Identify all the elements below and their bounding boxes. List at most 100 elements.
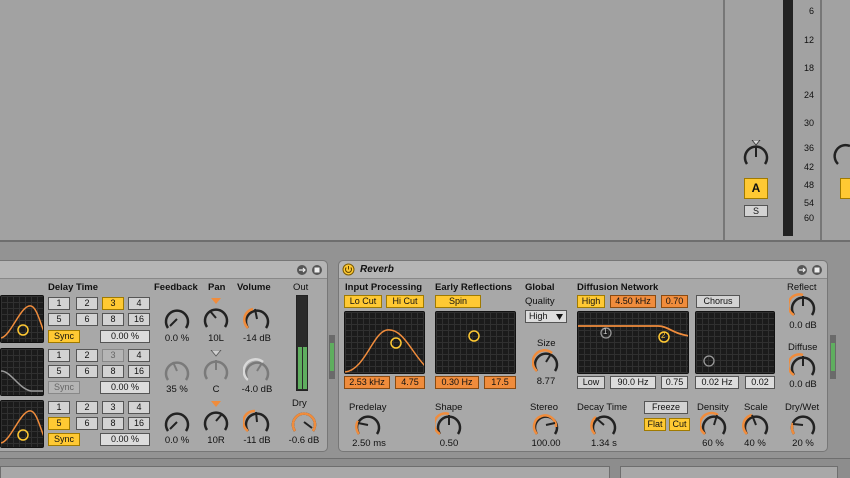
volume-knob[interactable] [243, 408, 271, 436]
chorus-amount[interactable]: 0.02 [745, 376, 775, 389]
dry-wet-knob[interactable] [789, 411, 817, 439]
feedback-knob[interactable] [163, 357, 191, 385]
size-knob[interactable] [532, 348, 560, 376]
pan-knob[interactable] [202, 350, 230, 384]
input-filter-display[interactable] [344, 311, 425, 374]
delay-offset-field[interactable]: 0.00 % [100, 330, 150, 343]
delay-time-button[interactable]: 2 [76, 349, 98, 362]
high-shelf-button[interactable]: High [577, 295, 605, 308]
delay-time-button[interactable]: 5 [48, 417, 70, 430]
delay-time-button[interactable]: 4 [128, 401, 150, 414]
pan-knob[interactable] [202, 298, 230, 332]
volume-knob[interactable] [243, 305, 271, 333]
shape-value: 0.50 [439, 438, 459, 449]
spin-amount[interactable]: 17.5 [484, 376, 516, 389]
lo-cut-button[interactable]: Lo Cut [344, 295, 382, 308]
device-power-icon[interactable] [342, 263, 355, 276]
delay-time-button[interactable]: 6 [76, 313, 98, 326]
high-shelf-amount[interactable]: 0.70 [661, 295, 688, 308]
scale-knob[interactable] [742, 411, 770, 439]
decay-time-knob[interactable] [590, 411, 618, 439]
delay-time-button[interactable]: 1 [48, 401, 70, 414]
delay-time-button[interactable]: 3 [102, 401, 124, 414]
delay-time-button[interactable]: 2 [76, 297, 98, 310]
density-knob[interactable] [700, 411, 728, 439]
delay-time-button[interactable]: 2 [76, 401, 98, 414]
predelay-knob[interactable] [354, 411, 382, 439]
diffusion-display[interactable]: 1 2 [577, 311, 689, 374]
volume-knob[interactable] [243, 357, 271, 385]
track-b-button[interactable] [840, 178, 850, 199]
sync-button[interactable]: Sync [48, 330, 80, 343]
delay-time-button[interactable]: 4 [128, 349, 150, 362]
sync-button[interactable]: Sync [48, 381, 80, 394]
delay-offset-field[interactable]: 0.00 % [100, 381, 150, 394]
low-shelf-button[interactable]: Low [577, 376, 605, 389]
meter-tick: 36 [803, 143, 814, 153]
delay-time-button[interactable]: 16 [128, 365, 150, 378]
pan-knob[interactable] [741, 140, 771, 170]
spin-rate[interactable]: 0.30 Hz [435, 376, 479, 389]
feedback-knob[interactable] [163, 305, 191, 333]
diffuse-knob[interactable] [789, 352, 817, 380]
freeze-button[interactable]: Freeze [644, 401, 688, 414]
solo-button[interactable]: S [744, 205, 768, 217]
hi-cut-button[interactable]: Hi Cut [386, 295, 424, 308]
sync-button[interactable]: Sync [48, 433, 80, 446]
hot-swap-icon[interactable] [796, 264, 808, 276]
delay-time-button[interactable]: 5 [48, 313, 70, 326]
chorus-display[interactable] [695, 311, 775, 374]
input-processing-title: Input Processing [345, 282, 423, 293]
delay-time-button[interactable]: 6 [76, 365, 98, 378]
low-shelf-freq[interactable]: 90.0 Hz [610, 376, 656, 389]
delay-time-button[interactable]: 6 [76, 417, 98, 430]
delay-time-button[interactable]: 5 [48, 365, 70, 378]
save-preset-icon[interactable] [811, 264, 823, 276]
pan-knob[interactable] [832, 140, 850, 170]
low-shelf-amount[interactable]: 0.75 [661, 376, 688, 389]
filter-display[interactable] [0, 295, 44, 343]
pan-value: C [212, 384, 220, 395]
high-shelf-freq[interactable]: 4.50 kHz [610, 295, 656, 308]
status-field[interactable] [620, 466, 838, 478]
stereo-knob[interactable] [532, 411, 560, 439]
meter-tick: 54 [803, 198, 814, 208]
filter-display[interactable] [0, 348, 44, 396]
delay-time-button[interactable]: 16 [128, 313, 150, 326]
delay-time-button[interactable]: 3 [102, 297, 124, 310]
chorus-rate[interactable]: 0.02 Hz [695, 376, 739, 389]
track-a-button[interactable]: A [744, 178, 768, 199]
delay-time-button[interactable]: 8 [102, 417, 124, 430]
volume-title: Volume [237, 282, 271, 293]
delay-time-button[interactable]: 1 [48, 297, 70, 310]
delay-time-button[interactable]: 8 [102, 365, 124, 378]
delay-time-button[interactable]: 3 [102, 349, 124, 362]
chevron-down-icon [556, 314, 563, 320]
spin-display[interactable] [435, 311, 516, 374]
save-preset-icon[interactable] [311, 264, 323, 276]
reverb-title: Reverb [360, 264, 394, 275]
feedback-knob[interactable] [163, 408, 191, 436]
spin-button[interactable]: Spin [435, 295, 481, 308]
volume-value: -4.0 dB [241, 384, 273, 395]
delay-offset-field[interactable]: 0.00 % [100, 433, 150, 446]
volume-value: -14 dB [243, 333, 271, 344]
shape-knob[interactable] [435, 411, 463, 439]
status-field[interactable] [0, 466, 610, 478]
feedback-value: 0.0 % [164, 333, 190, 344]
dry-knob[interactable] [290, 408, 318, 436]
quality-select[interactable]: High [525, 310, 567, 323]
hot-swap-icon[interactable] [296, 264, 308, 276]
delay-time-button[interactable]: 4 [128, 297, 150, 310]
delay-time-button[interactable]: 16 [128, 417, 150, 430]
cut-button[interactable]: Cut [669, 418, 690, 431]
delay-time-button[interactable]: 8 [102, 313, 124, 326]
chorus-button[interactable]: Chorus [696, 295, 740, 308]
flat-button[interactable]: Flat [644, 418, 666, 431]
reflect-knob[interactable] [789, 292, 817, 320]
input-filter-freq[interactable]: 2.53 kHz [344, 376, 390, 389]
pan-knob[interactable] [202, 401, 230, 435]
delay-time-button[interactable]: 1 [48, 349, 70, 362]
filter-display[interactable] [0, 400, 44, 448]
input-filter-width[interactable]: 4.75 [395, 376, 425, 389]
